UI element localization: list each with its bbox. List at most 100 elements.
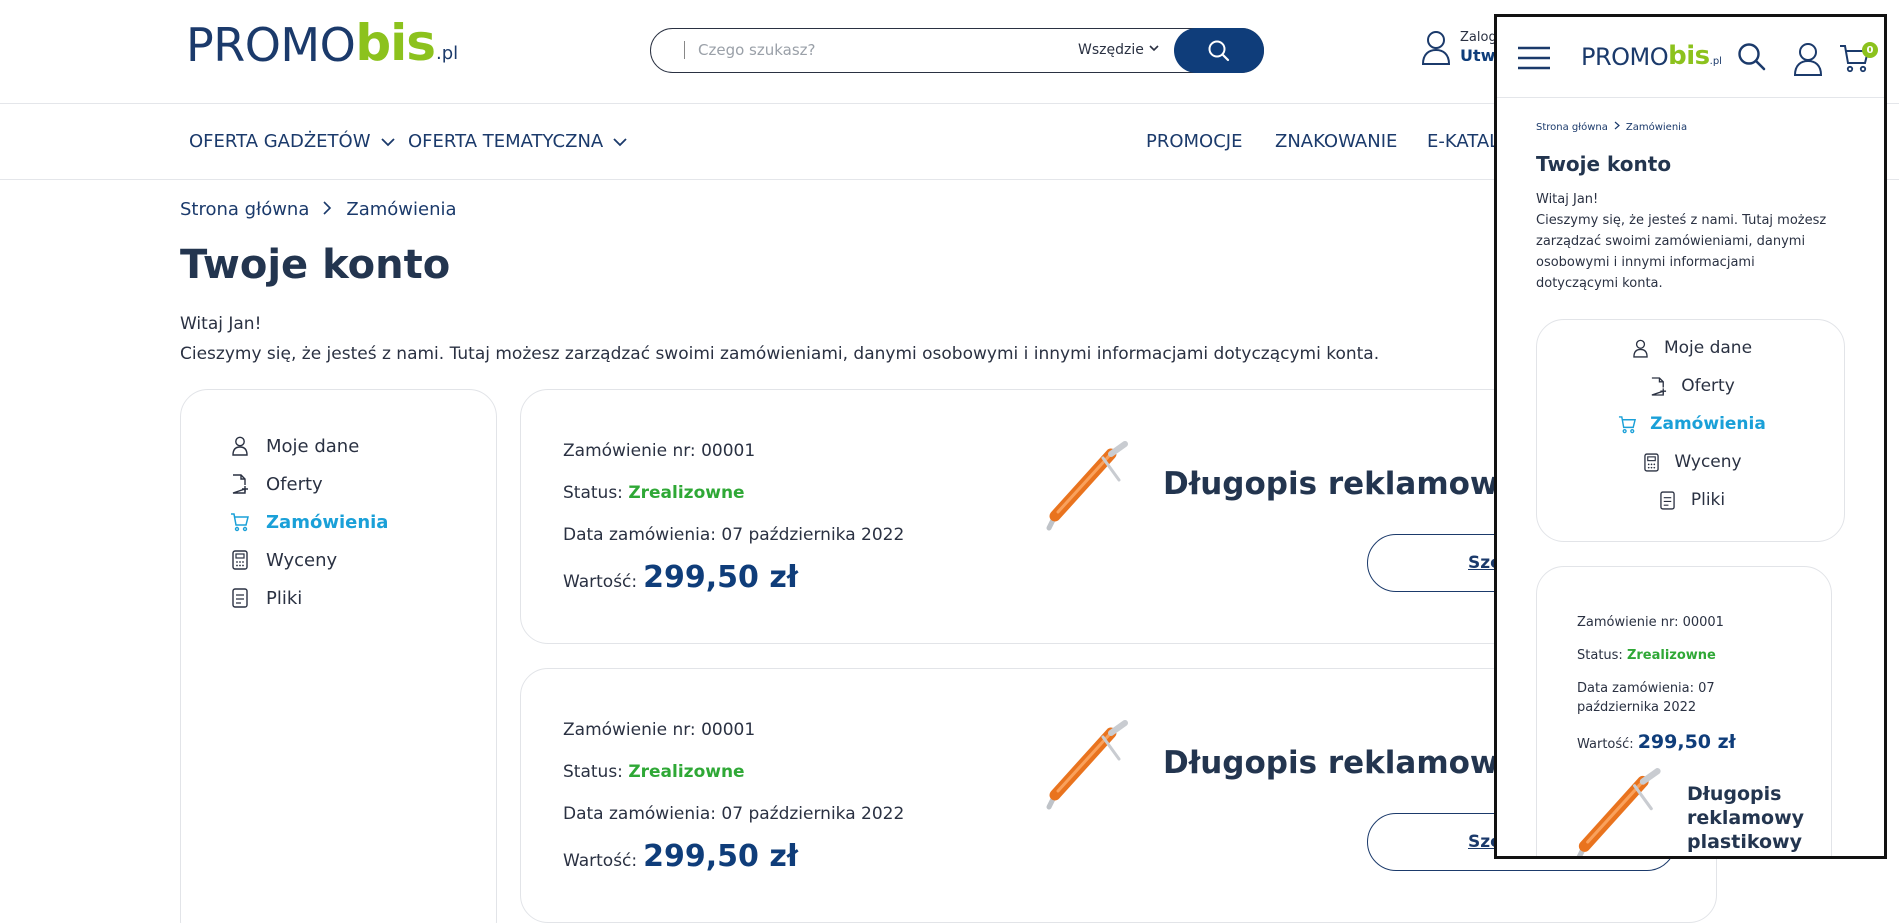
menu-item-label: Wyceny (266, 549, 338, 571)
order-value-amount: 299,50 zł (643, 560, 798, 595)
nav-label: OFERTA TEMATYCZNA (408, 131, 604, 152)
search-input[interactable]: Czego szukasz? (698, 41, 816, 59)
search-icon[interactable] (1737, 42, 1767, 76)
menu-item-oferty[interactable]: Oferty (229, 473, 323, 495)
user-icon (1631, 338, 1651, 358)
logo[interactable]: PROMO bis .pl (186, 18, 458, 68)
cart-count-badge: 0 (1862, 42, 1878, 58)
menu-item-pliki[interactable]: Pliki (1537, 490, 1846, 510)
calculator-icon (229, 549, 251, 571)
order-status: Status: Zrealizowne (563, 762, 745, 782)
product-name[interactable]: Długopis reklamowy (1163, 466, 1519, 502)
breadcrumb-home[interactable]: Strona główna (1536, 122, 1608, 133)
nav-oferta-tematyczna[interactable]: OFERTA TEMATYCZNA (408, 131, 627, 152)
page-title: Twoje konto (180, 242, 451, 288)
product-name[interactable]: Długopis reklamowy plastikowy (1687, 782, 1827, 854)
hamburger-menu-icon[interactable] (1517, 46, 1551, 74)
order-value-label: Wartość: (563, 851, 638, 871)
mobile-order-card: Zamówienie nr: 00001 Status: Zrealizowne… (1536, 566, 1832, 856)
search-caret (684, 41, 685, 59)
breadcrumb-home[interactable]: Strona główna (180, 199, 309, 220)
greeting-line2: Cieszymy się, że jesteś z nami. Tutaj mo… (1536, 213, 1827, 291)
file-icon (1658, 490, 1678, 510)
mobile-page-title: Twoje konto (1536, 152, 1672, 176)
nav-label: ZNAKOWANIE (1275, 131, 1398, 152)
order-date: Data zamówienia: 07 października 2022 (1577, 681, 1715, 715)
account-menu-panel: Moje dane Oferty Zamówienia Wyceny Pliki (180, 389, 497, 923)
mobile-preview: PROMO bis .pl 0 Strona główna Zamówienia T… (1494, 14, 1887, 859)
order-value-amount: 299,50 zł (643, 839, 798, 874)
menu-item-label: Moje dane (266, 435, 360, 457)
logo-bis: bis (1668, 41, 1710, 71)
mobile-account-menu: Moje dane Oferty Zamówienia Wyceny Pliki (1536, 319, 1845, 542)
mobile-breadcrumb: Strona główna Zamówienia (1536, 121, 1687, 133)
document-plus-icon (1648, 376, 1668, 396)
chevron-right-icon (323, 199, 332, 220)
menu-item-label: Zamówienia (1650, 414, 1766, 434)
nav-e-katalog[interactable]: E-KATAL (1427, 131, 1499, 152)
cart-icon (1617, 414, 1637, 434)
logo-bis: bis (355, 14, 436, 72)
nav-oferta-gadzetow[interactable]: OFERTA GADŻETÓW (189, 131, 395, 152)
nav-promocje[interactable]: PROMOCJE (1146, 131, 1242, 152)
menu-item-moje-dane[interactable]: Moje dane (1537, 338, 1846, 358)
menu-item-label: Pliki (1690, 490, 1726, 510)
search-scope-select[interactable]: Wszędzie (1078, 42, 1144, 58)
order-date: Data zamówienia: 07 października 2022 (563, 804, 905, 824)
nav-label: OFERTA GADŻETÓW (189, 131, 371, 152)
menu-item-wyceny[interactable]: Wyceny (1537, 452, 1846, 472)
order-value: Wartość: 299,50 zł (1577, 733, 1736, 754)
logo-promo: PROMO (186, 18, 356, 72)
menu-item-zamowienia[interactable]: Zamówienia (1537, 414, 1846, 434)
order-value-amount: 299,50 zł (1637, 731, 1736, 753)
order-value: Wartość: 299,50 zł (563, 839, 798, 874)
account-link[interactable]: Zalog Utw (1421, 30, 1497, 66)
menu-item-oferty[interactable]: Oferty (1537, 376, 1846, 396)
logo-pl: .pl (1709, 56, 1722, 67)
order-status: Status: Zrealizowne (1577, 646, 1716, 665)
chevron-right-icon (1614, 121, 1620, 133)
menu-item-label: Wyceny (1674, 452, 1742, 472)
chevron-down-icon (1149, 42, 1159, 56)
mobile-logo[interactable]: PROMO bis .pl (1581, 43, 1722, 69)
nav-label: PROMOCJE (1146, 131, 1243, 152)
mobile-greeting: Witaj Jan! Cieszymy się, że jesteś z nam… (1536, 189, 1836, 294)
chevron-down-icon (380, 131, 395, 152)
order-number: Zamówienie nr: 00001 (563, 720, 756, 740)
order-status-label: Status: (563, 483, 629, 503)
order-value: Wartość: 299,50 zł (563, 560, 798, 595)
order-status-value: Zrealizowne (1626, 648, 1716, 663)
breadcrumb: Strona główna Zamówienia (180, 199, 457, 220)
order-number: Zamówienie nr: 00001 (563, 441, 756, 461)
greeting: Witaj Jan! Cieszymy się, że jesteś z nam… (180, 309, 1379, 369)
document-plus-icon (229, 473, 251, 495)
account-login-label: Zalog (1460, 30, 1497, 45)
user-icon (1421, 31, 1451, 65)
nav-label: E-KATAL (1427, 131, 1500, 152)
order-status-value: Zrealizowne (628, 762, 745, 782)
menu-item-label: Oferty (266, 473, 323, 495)
menu-item-pliki[interactable]: Pliki (229, 587, 302, 609)
search-bar[interactable]: Czego szukasz? Wszędzie (650, 28, 1264, 73)
order-status-label: Status: (1577, 648, 1627, 663)
cart-icon (229, 511, 251, 533)
greeting-line1: Witaj Jan! (1536, 192, 1599, 207)
calculator-icon (1641, 452, 1661, 472)
menu-item-label: Pliki (266, 587, 303, 609)
menu-item-label: Moje dane (1663, 338, 1753, 358)
menu-item-wyceny[interactable]: Wyceny (229, 549, 337, 571)
nav-znakowanie[interactable]: ZNAKOWANIE (1275, 131, 1397, 152)
search-button[interactable] (1174, 28, 1264, 73)
menu-item-moje-dane[interactable]: Moje dane (229, 435, 359, 457)
order-status-label: Status: (563, 762, 629, 782)
menu-item-label: Zamówienia (266, 511, 389, 533)
greeting-line1: Witaj Jan! (180, 314, 262, 334)
menu-item-zamowienia[interactable]: Zamówienia (229, 511, 388, 533)
user-icon (229, 435, 251, 457)
product-name[interactable]: Długopis reklamowy (1163, 745, 1519, 781)
order-value-label: Wartość: (1577, 737, 1634, 752)
file-icon (229, 587, 251, 609)
product-pen-image (1041, 440, 1137, 540)
order-date: Data zamówienia: 07 października 2022 (563, 525, 905, 545)
user-icon[interactable] (1793, 42, 1823, 80)
